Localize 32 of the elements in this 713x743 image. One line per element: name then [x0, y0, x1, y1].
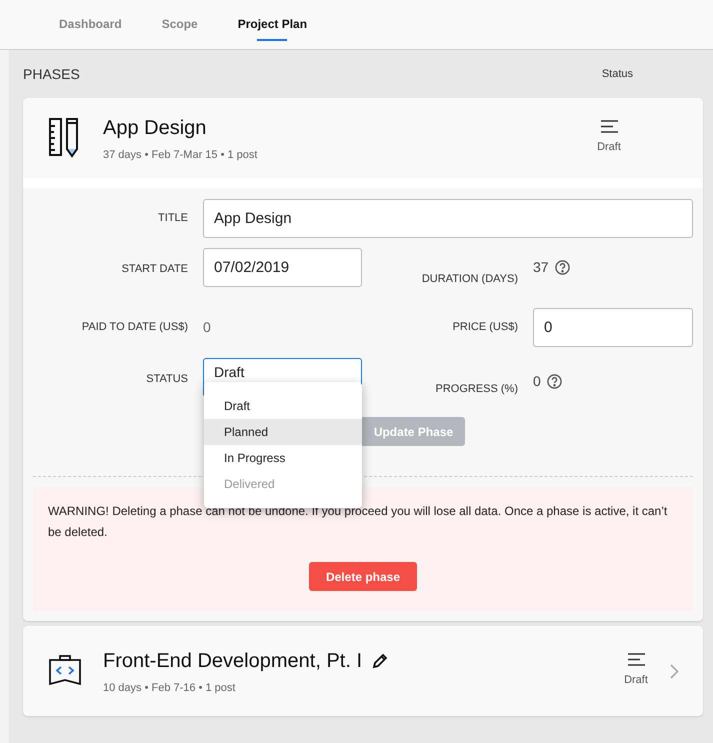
column-header: Status	[602, 66, 633, 82]
dropdown-option[interactable]: In Progress	[204, 444, 362, 470]
pencil-icon[interactable]	[372, 652, 388, 669]
field-label: START DATE	[120, 262, 188, 277]
help-icon[interactable]	[546, 374, 562, 388]
phase-title: Front-End Development, Pt. I	[103, 648, 362, 674]
input-field[interactable]: App Design	[203, 199, 693, 238]
section-title: PHASES	[23, 64, 80, 84]
field-label: PROGRESS (%)	[434, 382, 518, 396]
field-label: TITLE	[157, 211, 188, 226]
phase-meta: 37 days • Feb 7-Mar 15 • 1 post	[103, 148, 258, 163]
duration-value: 37	[533, 258, 549, 277]
ruler-pencil-icon	[49, 118, 79, 158]
input-field[interactable]: 07/02/2019	[203, 248, 362, 287]
code-board-icon	[49, 655, 81, 687]
dropdown-option[interactable]: Planned	[204, 418, 362, 444]
phase-status: Draft	[597, 140, 621, 156]
sort-lines-icon	[628, 653, 644, 666]
field-label: DURATION (DAYS)	[420, 272, 518, 287]
field-label: STATUS	[145, 372, 188, 386]
field-label: PAID TO DATE (US$)	[80, 320, 188, 335]
tab[interactable]: Project Plan	[238, 8, 308, 40]
paid-value: 0	[203, 318, 212, 336]
progress-value: 0	[533, 372, 541, 390]
phase-status: Draft	[624, 673, 648, 688]
dropdown-option: Delivered	[204, 470, 362, 496]
phase-meta: 10 days • Feb 7-16 • 1 post	[103, 680, 236, 696]
field-label: PRICE (US$)	[452, 320, 518, 335]
phase-title: App Design	[103, 116, 206, 141]
input-field[interactable]: 0	[533, 308, 693, 346]
help-icon[interactable]	[554, 260, 570, 275]
sort-lines-icon	[600, 120, 618, 134]
